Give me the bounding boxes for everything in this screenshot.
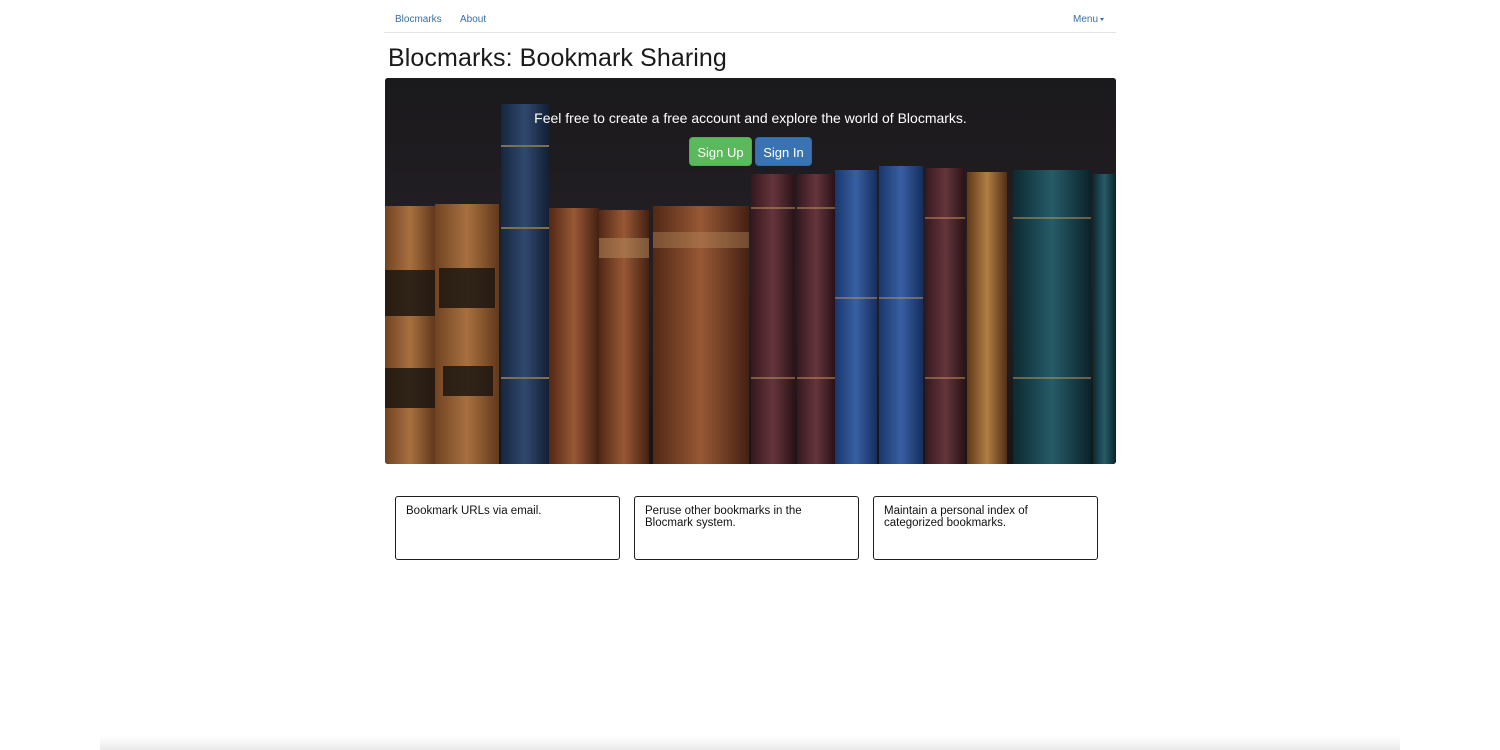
page-title: Blocmarks: Bookmark Sharing: [388, 44, 727, 72]
top-navbar: Blocmarks About Menu: [384, 0, 1116, 33]
feature-box-email: Bookmark URLs via email.: [395, 496, 620, 560]
window-bottom-shadow: [100, 736, 1400, 750]
feature-box-index: Maintain a personal index of categorized…: [873, 496, 1098, 560]
hero-banner: Feel free to create a free account and e…: [385, 78, 1116, 464]
sign-in-button[interactable]: Sign In: [755, 137, 812, 166]
nav-menu-dropdown[interactable]: Menu: [1073, 14, 1104, 25]
sign-up-button[interactable]: Sign Up: [689, 137, 752, 166]
nav-menu-label: Menu: [1072, 14, 1098, 25]
feature-box-peruse: Peruse other bookmarks in the Blocmark s…: [634, 496, 859, 560]
caret-down-icon: [1100, 17, 1104, 21]
nav-brand-link[interactable]: Blocmarks: [395, 14, 442, 25]
bookshelf-image: [385, 78, 1116, 464]
hero-tagline: Feel free to create a free account and e…: [534, 110, 967, 126]
nav-about-link[interactable]: About: [460, 14, 486, 25]
